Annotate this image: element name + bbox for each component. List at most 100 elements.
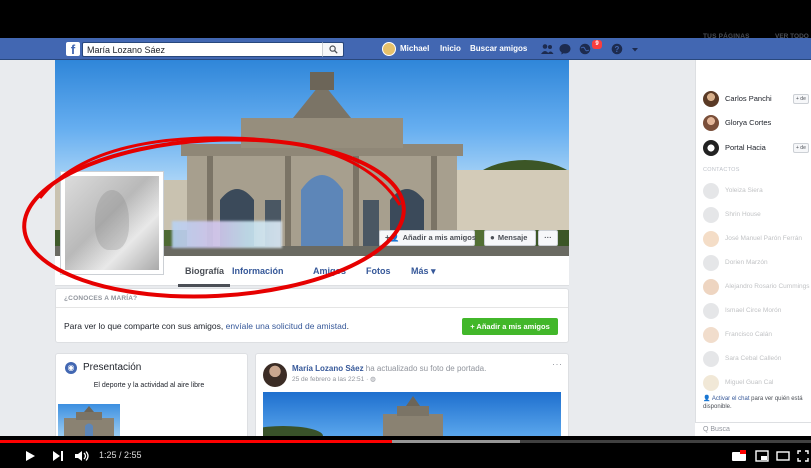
post-action-text: ha actualizado su foto de portada.: [363, 364, 487, 373]
page-avatar: [703, 115, 719, 131]
add-friend-label: Añadir a mis amigos: [402, 233, 476, 242]
contact-item[interactable]: Alejandro Rosario Cummings: [703, 279, 811, 295]
subtitles-hd-icon[interactable]: [731, 450, 747, 462]
contacts-header: CONTACTOS: [703, 167, 740, 173]
message-button[interactable]: ● Mensaje: [484, 230, 536, 246]
contact-avatar: [703, 231, 719, 247]
search-input[interactable]: María Lozano Sáez: [82, 42, 344, 57]
page-name: Portal Hacia: [725, 143, 766, 152]
page-name: Carlos Panchi: [725, 94, 772, 103]
post-time-text: 25 de febrero a las 22:51 ·: [292, 376, 371, 383]
tab-informacion[interactable]: Información: [232, 264, 284, 278]
tab-biografia[interactable]: Biografía: [185, 264, 224, 278]
messenger-icon: ●: [490, 233, 495, 242]
help-icon[interactable]: ?: [610, 42, 624, 56]
page-tag: + de: [793, 143, 809, 153]
contact-avatar: [703, 207, 719, 223]
contact-item[interactable]: Yoleiza Siera: [703, 183, 811, 199]
know-card-text: Para ver lo que comparte con sus amigos,…: [64, 320, 349, 332]
more-options-button[interactable]: ···: [538, 230, 558, 246]
tab-fotos[interactable]: Fotos: [366, 264, 391, 278]
profile-name-blurred: [172, 221, 282, 248]
notifications-globe-icon[interactable]: [578, 42, 592, 56]
page-item[interactable]: Portal Hacia + de: [703, 140, 811, 156]
profile-picture[interactable]: [60, 171, 164, 275]
page-avatar: [703, 140, 719, 156]
tab-amigos[interactable]: Amigos: [313, 264, 346, 278]
profile-photo-image: [65, 176, 159, 270]
know-card-title: ¿CONOCES A MARÍA?: [64, 295, 138, 302]
post-timestamp[interactable]: 25 de febrero a las 22:51 · ◍: [292, 375, 376, 383]
presentation-title: Presentación: [83, 362, 142, 373]
globe-icon: ◉: [65, 362, 77, 374]
contact-item[interactable]: Francisco Calán: [703, 327, 811, 343]
add-friend-button[interactable]: +👤 Añadir a mis amigos: [379, 230, 476, 246]
page-name: Glorya Cortes: [725, 118, 772, 127]
active-tab-indicator: [178, 284, 230, 287]
activate-chat-link[interactable]: Activar el chat: [712, 396, 750, 402]
presentation-subtitle: El deporte y la actividad al aire libre: [93, 382, 205, 389]
your-pages-title: TUS PÁGINAS: [703, 33, 750, 40]
message-label: Mensaje: [497, 233, 528, 242]
facebook-top-bar: f María Lozano Sáez Michael Inicio Busca…: [0, 38, 811, 60]
chat-status-notice: 👤 Activar el chat para ver quién está di…: [703, 395, 811, 411]
tab-mas[interactable]: Más ▾: [411, 264, 436, 278]
page-item[interactable]: Glorya Cortes: [703, 115, 811, 131]
divider: [56, 307, 568, 308]
nav-user-link[interactable]: Michael: [400, 43, 429, 55]
page-item[interactable]: Carlos Panchi + de: [703, 91, 811, 107]
nav-find-friends-link[interactable]: Buscar amigos: [470, 43, 527, 55]
search-button[interactable]: [322, 42, 344, 57]
contact-name: Francisco Calán: [725, 331, 772, 338]
privacy-globe-icon: ◍: [370, 376, 376, 383]
contact-item[interactable]: Ismael Circe Morón: [703, 303, 811, 319]
add-friend-green-button[interactable]: + Añadir a mis amigos: [462, 318, 558, 335]
add-friend-green-label: Añadir a mis amigos: [476, 322, 550, 331]
contact-name: Dorien Marzón: [725, 259, 768, 266]
facebook-logo-icon[interactable]: f: [66, 42, 80, 56]
contact-avatar: [703, 303, 719, 319]
page-tag: + de: [793, 94, 809, 104]
contact-name: José Manuel Parón Ferrán: [725, 235, 802, 242]
browser-screen: f María Lozano Sáez Michael Inicio Busca…: [0, 38, 811, 436]
play-icon[interactable]: [24, 450, 36, 462]
miniplayer-icon[interactable]: [755, 450, 769, 462]
post-cover-image[interactable]: [263, 392, 561, 436]
theater-mode-icon[interactable]: [776, 450, 790, 462]
contact-name: Yoleiza Siera: [725, 187, 763, 194]
nav-home-link[interactable]: Inicio: [440, 43, 461, 55]
post-header: María Lozano Sáez ha actualizado su foto…: [292, 363, 486, 374]
post-gate-image: [263, 396, 443, 436]
post-author-avatar[interactable]: [263, 363, 287, 387]
next-icon[interactable]: [52, 450, 64, 462]
video-time-display: 1:25 / 2:55: [99, 450, 142, 460]
gate-thumbnail-image: [64, 406, 114, 436]
account-menu-arrow-icon[interactable]: [628, 42, 642, 56]
post-author-link[interactable]: María Lozano Sáez: [292, 364, 364, 373]
svg-text:?: ?: [615, 45, 620, 54]
fullscreen-icon[interactable]: [797, 450, 809, 462]
video-frame: f María Lozano Sáez Michael Inicio Busca…: [0, 0, 811, 468]
messages-icon[interactable]: [558, 42, 572, 56]
contact-item[interactable]: Miguel Guan Cal: [703, 375, 811, 391]
contact-name: Ismael Circe Morón: [725, 307, 782, 314]
contact-name: Alejandro Rosario Cummings: [725, 283, 810, 290]
contact-item[interactable]: José Manuel Parón Ferrán: [703, 231, 811, 247]
contact-avatar: [703, 327, 719, 343]
post-more-options[interactable]: ···: [552, 359, 563, 369]
presentation-photo-thumbnail[interactable]: [58, 404, 120, 436]
contact-name: Shrin House: [725, 211, 761, 218]
chat-search-bar[interactable]: Q Busca: [695, 422, 811, 436]
contact-avatar: [703, 375, 719, 391]
see-all-link[interactable]: VER TODO: [775, 33, 809, 40]
user-avatar[interactable]: [382, 42, 396, 56]
contact-item[interactable]: Sara Cebal Calleón: [703, 351, 811, 367]
contact-name: Sara Cebal Calleón: [725, 355, 782, 362]
volume-icon[interactable]: [74, 450, 90, 462]
contact-item[interactable]: Dorien Marzón: [703, 255, 811, 271]
send-friend-request-link[interactable]: envíale una solicitud de amistad: [226, 321, 347, 331]
contact-item[interactable]: Shrin House: [703, 207, 811, 223]
friend-requests-icon[interactable]: [540, 42, 554, 56]
page-avatar: [703, 91, 719, 107]
chat-search-input[interactable]: Q Busca: [703, 426, 730, 433]
